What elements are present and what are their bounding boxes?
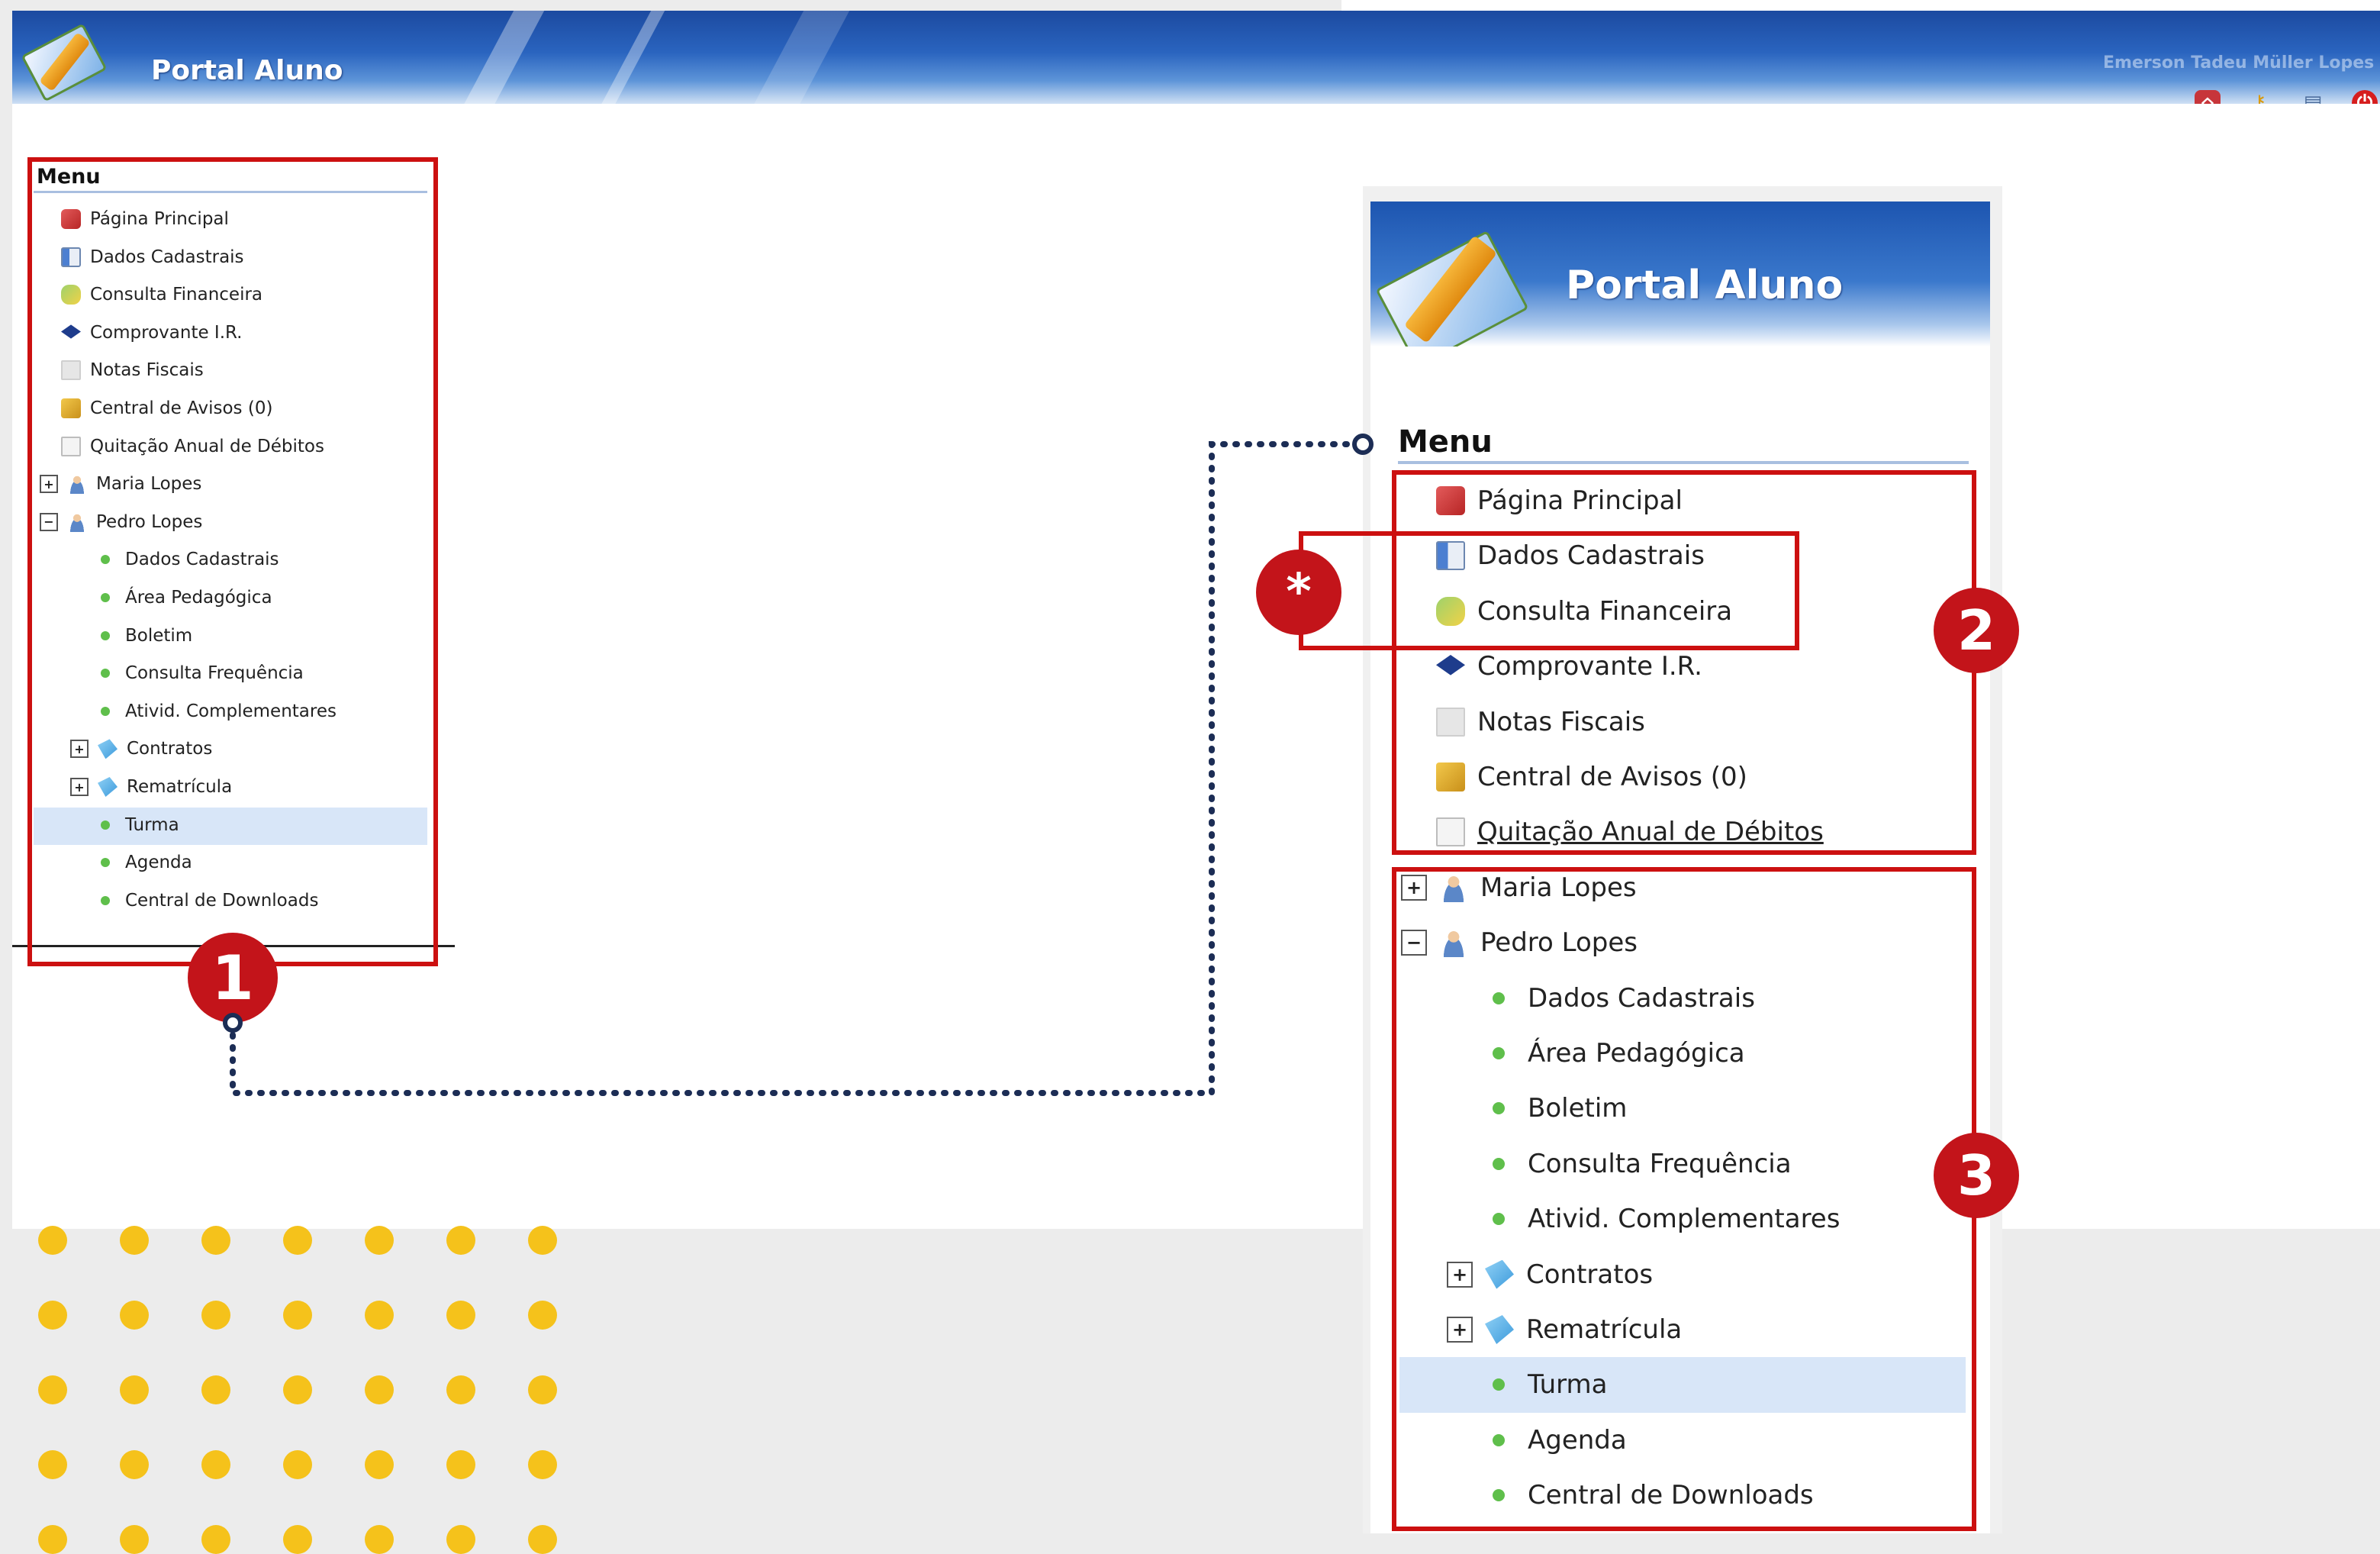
decorative-dot [201,1226,230,1255]
decorative-dot [283,1450,312,1479]
decorative-dot [365,1450,394,1479]
decorative-dot [38,1301,67,1330]
decorative-dot [201,1375,230,1404]
decorative-dot [38,1450,67,1479]
decorative-dot [201,1525,230,1554]
decorative-dot [38,1375,67,1404]
decorative-dot [446,1301,475,1330]
decorative-dot [201,1450,230,1479]
decorative-dot [120,1450,149,1479]
decorative-dot [365,1375,394,1404]
decorative-dot [283,1525,312,1554]
connector-line [223,434,1374,1096]
decorative-dot [283,1226,312,1255]
decorative-dot [446,1375,475,1404]
decorative-dot [365,1301,394,1330]
decorative-dot [446,1450,475,1479]
decorative-dot [528,1226,557,1255]
decorative-dot [120,1301,149,1330]
decorative-dot [38,1525,67,1554]
decorative-dot [365,1525,394,1554]
decorative-dot [120,1525,149,1554]
decorative-dot [528,1525,557,1554]
decorative-dot [283,1301,312,1330]
decorative-dot [120,1375,149,1404]
decorative-dot [365,1226,394,1255]
decorative-dot [38,1226,67,1255]
decorative-dot [446,1525,475,1554]
decorative-dot [201,1301,230,1330]
decorative-dot [528,1301,557,1330]
decorative-dot [528,1450,557,1479]
decorative-dot [446,1226,475,1255]
decorative-dot [528,1375,557,1404]
decorative-dot [120,1226,149,1255]
decorative-dot [283,1375,312,1404]
